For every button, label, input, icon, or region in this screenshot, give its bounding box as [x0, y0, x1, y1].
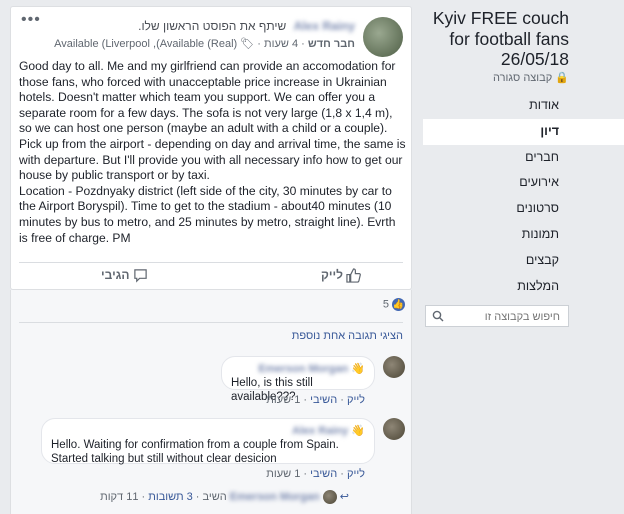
nav-item-videos[interactable]: סרטונים — [423, 196, 569, 222]
post-location-tags[interactable]: (Available (Liverpool ,(Available (Real — [54, 38, 237, 50]
like-button[interactable]: לייק — [321, 268, 362, 283]
group-sidebar: Kyiv FREE couch for football fans 26/05/… — [423, 0, 624, 514]
comment-author[interactable]: 👋 Alex Rainy — [51, 424, 365, 438]
tag-icon: 🏷 — [240, 38, 255, 50]
thumbs-up-icon — [346, 268, 362, 283]
replier-name: Emerson Morgan — [229, 491, 320, 503]
search-icon[interactable] — [432, 310, 444, 322]
lock-icon: 🔒 — [555, 72, 569, 84]
post-paragraph: Good day to all. Me and my girlfriend ca… — [19, 59, 406, 183]
like-reaction-icon: 👍 — [392, 298, 405, 311]
comment-bubble: 👋 Alex Rainy Hello. Waiting for confirma… — [41, 418, 375, 465]
comment-author[interactable]: 👋 Emerson Morgan — [231, 362, 365, 376]
comment-actions: לייק · השיבי · 1 שעות — [266, 468, 365, 480]
post-body: Good day to all. Me and my girlfriend ca… — [19, 59, 407, 246]
comment-actions: לייק · השיבי · 1 שעות — [266, 394, 365, 406]
post-paragraph: Location - Pozdnyaky district (left side… — [19, 183, 396, 245]
post-divider — [19, 262, 403, 263]
post-card: Alex Rainy שיתף את הפוסט הראשון שלו. חבר… — [10, 6, 412, 290]
comment-button[interactable]: הגיבי — [101, 268, 148, 283]
post-author-name[interactable]: Alex Rainy — [294, 19, 355, 33]
show-more-replies-link[interactable]: הציגי תגובה אחת נוספת — [292, 330, 403, 342]
nav-item-about[interactable]: אודות — [423, 93, 569, 119]
wave-icon: 👋 — [351, 425, 365, 437]
reactions-summary[interactable]: 👍 5 — [383, 298, 405, 311]
post-header: Alex Rainy שיתף את הפוסט הראשון שלו. — [35, 19, 355, 33]
post-options-button[interactable]: ••• — [21, 11, 41, 29]
meta-separator: · — [301, 38, 305, 50]
wave-icon: 👋 — [351, 363, 365, 375]
group-type-label: קבוצה סגורה — [493, 72, 553, 84]
commenter-avatar[interactable] — [383, 356, 405, 378]
post-actions: לייק הגיבי — [11, 264, 411, 290]
group-search-input[interactable] — [446, 307, 562, 327]
reply-time: 11 דקות — [100, 491, 139, 503]
group-search — [425, 305, 569, 327]
like-label: לייק — [321, 268, 343, 282]
nav-item-photos[interactable]: תמונות — [423, 222, 569, 248]
replies-count: 3 תשובות — [148, 491, 193, 503]
comment-time[interactable]: 1 שעות — [266, 468, 300, 480]
post-shared-text: שיתף את הפוסט הראשון שלו. — [138, 19, 287, 33]
nav-item-files[interactable]: קבצים — [423, 248, 569, 274]
nav-item-discussion[interactable]: דיון — [423, 118, 624, 145]
replier-avatar — [322, 490, 337, 505]
meta-separator: · — [257, 38, 261, 50]
comments-section: 👍 5 הציגי תגובה אחת נוספת 👋 Emerson Morg… — [10, 290, 412, 514]
comment-like-link[interactable]: לייק — [347, 468, 365, 480]
group-title[interactable]: Kyiv FREE couch for football fans 26/05/… — [409, 8, 569, 70]
author-avatar[interactable] — [363, 17, 403, 57]
reply-arrow-icon: ↩ — [339, 491, 349, 503]
comment-like-link[interactable]: לייק — [347, 394, 365, 406]
replied-verb: השיב — [202, 491, 227, 503]
post-meta: חבר חדש · 4 שעות · 🏷 (Available (Liverpo… — [15, 37, 355, 50]
new-member-tag: חבר חדש — [307, 38, 355, 50]
comment-reply-link[interactable]: השיבי — [310, 394, 337, 406]
comment-icon — [134, 269, 147, 283]
comment-bubble: 👋 Emerson Morgan Hello, is this still av… — [221, 356, 375, 403]
nav-item-events[interactable]: אירועים — [423, 170, 569, 196]
group-nav: אודות דיון חברים אירועים סרטונים תמונות … — [423, 93, 624, 300]
nav-item-members[interactable]: חברים — [423, 145, 569, 171]
replies-summary[interactable]: ↩ Emerson Morgan השיב · 3 תשובות · 11 דק… — [100, 490, 349, 505]
commenter-avatar[interactable] — [383, 418, 405, 440]
comment-label: הגיבי — [101, 268, 130, 282]
comment-reply-link[interactable]: השיבי — [310, 468, 337, 480]
reactions-count: 5 — [382, 298, 389, 311]
group-privacy: 🔒 קבוצה סגורה — [493, 71, 569, 84]
comment-time[interactable]: 1 שעות — [266, 394, 300, 406]
comment-text: Hello. Waiting for confirmation from a c… — [51, 439, 339, 465]
comments-divider — [19, 322, 403, 323]
nav-item-recommendations[interactable]: המלצות — [423, 274, 569, 300]
post-time[interactable]: 4 שעות — [264, 38, 298, 50]
